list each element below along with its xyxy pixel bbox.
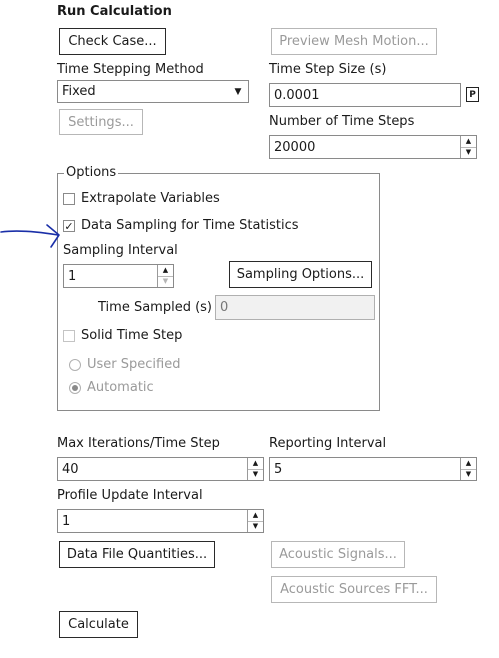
sampling-interval-value: 1 (68, 268, 77, 284)
profile-update-interval-stepper[interactable]: ▲ ▼ (247, 510, 263, 532)
extrapolate-variables-label: Extrapolate Variables (81, 191, 220, 206)
number-of-time-steps-input[interactable]: 20000 ▲ ▼ (269, 135, 477, 159)
automatic-label: Automatic (87, 380, 154, 395)
profile-update-interval-input[interactable]: 1 ▲ ▼ (57, 509, 264, 533)
spin-down-icon[interactable]: ▼ (248, 470, 263, 481)
number-of-time-steps-value: 20000 (274, 139, 316, 155)
time-sampled-label: Time Sampled (s) (98, 300, 212, 315)
max-iterations-value: 40 (62, 461, 79, 477)
reporting-interval-input[interactable]: 5 ▲ ▼ (269, 457, 477, 481)
reporting-interval-value: 5 (274, 461, 283, 477)
max-iterations-label: Max Iterations/Time Step (57, 436, 220, 451)
time-step-size-input[interactable]: 0.0001 (269, 83, 461, 107)
options-legend: Options (64, 165, 119, 180)
spin-down-icon[interactable]: ▼ (158, 277, 173, 288)
calculate-button[interactable]: Calculate (59, 611, 138, 638)
acoustic-signals-button[interactable]: Acoustic Signals... (271, 541, 405, 568)
number-of-time-steps-stepper[interactable]: ▲ ▼ (460, 136, 476, 158)
profile-update-interval-value: 1 (62, 513, 71, 529)
time-stepping-method-dropdown[interactable]: Fixed ▼ (57, 80, 249, 103)
options-group (57, 173, 380, 411)
chevron-down-icon: ▼ (234, 86, 242, 97)
spin-down-icon[interactable]: ▼ (461, 470, 476, 481)
time-sampled-value: 0 (220, 300, 229, 315)
automatic-radio[interactable] (69, 382, 81, 394)
sampling-options-button[interactable]: Sampling Options... (229, 261, 372, 288)
spin-down-icon[interactable]: ▼ (248, 522, 263, 533)
max-iterations-input[interactable]: 40 ▲ ▼ (57, 457, 264, 481)
data-file-quantities-button[interactable]: Data File Quantities... (59, 541, 215, 568)
spin-up-icon[interactable]: ▲ (158, 265, 173, 277)
solid-time-step-checkbox[interactable] (63, 330, 75, 342)
data-sampling-label: Data Sampling for Time Statistics (81, 218, 299, 233)
preview-mesh-motion-button[interactable]: Preview Mesh Motion... (271, 28, 437, 55)
spin-up-icon[interactable]: ▲ (461, 458, 476, 470)
spin-up-icon[interactable]: ▲ (248, 510, 263, 522)
time-stepping-method-label: Time Stepping Method (57, 62, 204, 77)
user-specified-radio[interactable] (69, 359, 81, 371)
time-stepping-method-value: Fixed (62, 84, 96, 99)
time-step-size-label: Time Step Size (s) (269, 62, 387, 77)
user-specified-label: User Specified (87, 357, 181, 372)
spin-up-icon[interactable]: ▲ (461, 136, 476, 148)
settings-button[interactable]: Settings... (59, 109, 143, 135)
sampling-interval-label: Sampling Interval (63, 243, 178, 258)
reporting-interval-stepper[interactable]: ▲ ▼ (460, 458, 476, 480)
extrapolate-variables-checkbox[interactable] (63, 193, 75, 205)
spin-up-icon[interactable]: ▲ (248, 458, 263, 470)
annotation-arrow-icon (0, 224, 60, 248)
sampling-interval-input[interactable]: 1 ▲ ▼ (63, 264, 174, 288)
number-of-time-steps-label: Number of Time Steps (269, 114, 415, 129)
page-title: Run Calculation (57, 4, 172, 19)
time-sampled-field: 0 (215, 295, 375, 320)
reporting-interval-label: Reporting Interval (269, 436, 387, 451)
spin-down-icon[interactable]: ▼ (461, 148, 476, 159)
time-step-size-value: 0.0001 (274, 87, 320, 103)
sampling-interval-stepper[interactable]: ▲ ▼ (157, 265, 173, 287)
solid-time-step-label: Solid Time Step (81, 328, 183, 343)
check-case-button[interactable]: Check Case... (59, 28, 166, 55)
parameter-button[interactable]: P (466, 87, 479, 102)
acoustic-sources-fft-button[interactable]: Acoustic Sources FFT... (271, 576, 437, 603)
max-iterations-stepper[interactable]: ▲ ▼ (247, 458, 263, 480)
profile-update-interval-label: Profile Update Interval (57, 488, 203, 503)
